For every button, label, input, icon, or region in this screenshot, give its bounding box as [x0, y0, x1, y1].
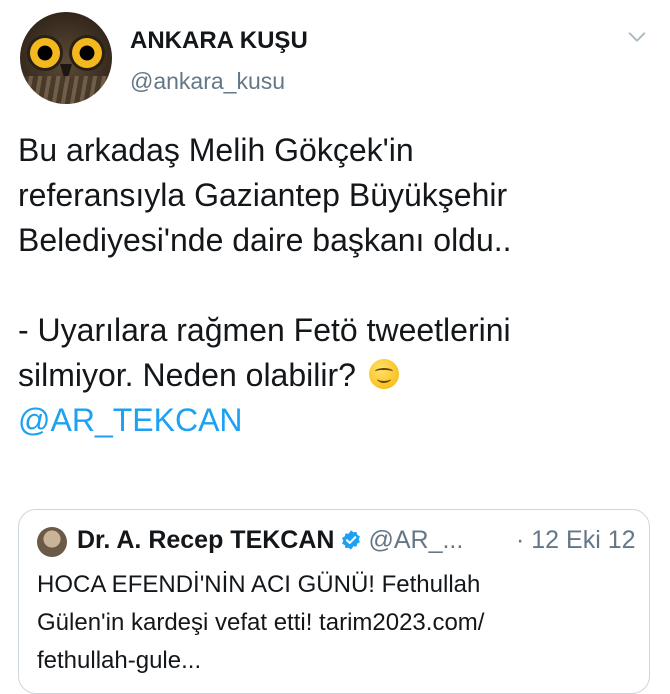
quoted-tweet-line: fethullah-gule...	[37, 647, 202, 674]
quoted-author-handle[interactable]: @AR_...	[368, 526, 463, 554]
smiling-face-icon	[368, 359, 399, 389]
quoted-tweet-line: Gülen'in kardeşi vefat etti! tarim2023.c…	[37, 609, 485, 636]
author-display-name[interactable]: ANKARA KUŞU	[130, 27, 308, 55]
author-handle[interactable]: @ankara_kusu	[130, 68, 285, 95]
verified-badge-icon	[342, 530, 361, 550]
quoted-tweet-header: Dr. A. Recep TEKCAN @AR_...	[77, 526, 463, 555]
author-avatar[interactable]	[20, 12, 112, 104]
tweet-line: Bu arkadaş Melih Gökçek'in	[18, 132, 414, 168]
chevron-down-icon[interactable]	[626, 26, 648, 48]
tweet-text: Bu arkadaş Melih Gökçek'in referansıyla …	[18, 128, 658, 443]
quoted-tweet-line: HOCA EFENDİ'NİN ACI GÜNÜ! Fethullah	[37, 571, 481, 598]
tweet-line: Belediyesi'nde daire başkanı oldu..	[18, 222, 512, 258]
tweet-line: - Uyarılara rağmen Fetö tweetlerini	[18, 312, 511, 348]
quoted-author-avatar[interactable]	[37, 527, 67, 557]
owl-eye-right	[72, 38, 102, 68]
quoted-author-name[interactable]: Dr. A. Recep TEKCAN	[77, 526, 334, 554]
quoted-tweet-date[interactable]: · 12 Eki 12	[516, 526, 636, 555]
owl-eye-left	[30, 38, 60, 68]
mention-link[interactable]: @AR_TEKCAN	[18, 402, 243, 438]
quoted-tweet-card[interactable]: Dr. A. Recep TEKCAN @AR_... · 12 Eki 12 H…	[18, 509, 650, 694]
quoted-tweet-text: HOCA EFENDİ'NİN ACI GÜNÜ! Fethullah Güle…	[37, 566, 637, 680]
tweet-line: silmiyor. Neden olabilir?	[18, 353, 658, 398]
owl-feathers	[20, 76, 112, 104]
tweet-line-text: silmiyor. Neden olabilir?	[18, 357, 356, 393]
tweet-line: referansıyla Gaziantep Büyükşehir	[18, 177, 508, 213]
